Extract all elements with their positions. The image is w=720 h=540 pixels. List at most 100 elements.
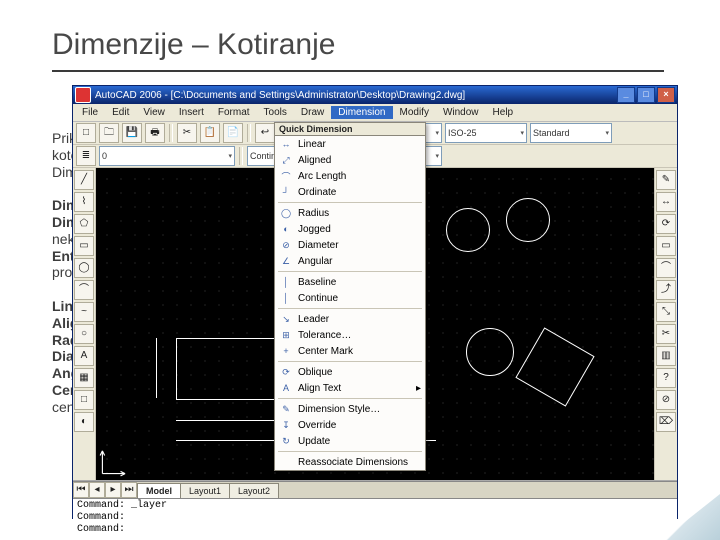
array-icon[interactable]: ⤴ — [656, 280, 676, 300]
menu-item-icon: ⌒ — [279, 169, 293, 183]
offset-icon[interactable]: ⌒ — [656, 258, 676, 278]
layer-combo[interactable]: 0 — [99, 146, 235, 166]
menu-item-icon: ⊘ — [279, 238, 293, 252]
dimension-dropdown[interactable]: Quick Dimension ↔Linear⤢Aligned⌒Arc Leng… — [274, 122, 426, 471]
iso-combo[interactable]: ISO-25 — [445, 123, 527, 143]
menu-item-label: Update — [298, 436, 330, 447]
open-icon[interactable]: 🗀 — [99, 123, 119, 143]
mirror-icon[interactable]: ▭ — [656, 236, 676, 256]
polyline-icon[interactable]: ⬠ — [74, 214, 94, 234]
menu-item-radius[interactable]: ◯Radius — [275, 205, 425, 221]
menu-item-dimension-style[interactable]: ✎Dimension Style… — [275, 401, 425, 417]
circle-icon[interactable]: ◯ — [74, 258, 94, 278]
menu-item-baseline[interactable]: │Baseline — [275, 274, 425, 290]
rectangle-icon[interactable]: ▭ — [74, 236, 94, 256]
menu-item-leader[interactable]: ↘ Leader — [275, 311, 425, 327]
ellipse-icon[interactable]: ○ — [74, 324, 94, 344]
menu-edit[interactable]: Edit — [105, 106, 136, 119]
region-icon[interactable]: ◐ — [74, 412, 94, 432]
paste-icon[interactable]: 📄 — [223, 123, 243, 143]
print-icon[interactable]: 🖶 — [145, 123, 165, 143]
move-icon[interactable]: ⤡ — [656, 302, 676, 322]
save-icon[interactable]: 💾 — [122, 123, 142, 143]
xline-icon[interactable]: ⌇ — [74, 192, 94, 212]
drawing-circle — [506, 198, 550, 242]
arc-icon[interactable]: ⌒ — [74, 280, 94, 300]
menu-item-icon: │ — [279, 291, 293, 305]
menu-item-jogged[interactable]: ◐Jogged — [275, 221, 425, 237]
textstyle-combo[interactable]: Standard — [530, 123, 612, 143]
menu-item-ordinate[interactable]: ┘Ordinate — [275, 184, 425, 200]
menu-item-update[interactable]: ↻Update — [275, 433, 425, 449]
maximize-button[interactable]: □ — [637, 87, 655, 103]
menu-item-icon: ⤢ — [279, 153, 293, 167]
menu-item-icon: ↘ — [279, 312, 293, 326]
cmd-row: Command: _layer — [77, 500, 673, 512]
close-button[interactable]: × — [657, 87, 675, 103]
menu-item-override[interactable]: ↧Override — [275, 417, 425, 433]
tab-nav-next-icon[interactable]: ▸ — [105, 482, 121, 498]
toolbar-draw: ╱ ⌇ ⬠ ▭ ◯ ⌒ ~ ○ A ▦ □ ◐ — [73, 168, 96, 480]
hatch-icon[interactable]: ▦ — [74, 368, 94, 388]
undo-icon[interactable]: ↩ — [255, 123, 275, 143]
menu-item-continue[interactable]: │Continue — [275, 290, 425, 306]
tab-model[interactable]: Model — [137, 483, 181, 498]
menu-item-label: Leader — [298, 314, 329, 325]
layer-props-icon[interactable]: ≣ — [76, 146, 96, 166]
menu-bar[interactable]: File Edit View Insert Format Tools Draw … — [73, 104, 677, 122]
menu-item-linear[interactable]: ↔Linear — [275, 136, 425, 152]
menu-format[interactable]: Format — [211, 106, 257, 119]
trim-icon[interactable]: ✂ — [656, 324, 676, 344]
menu-item-angular[interactable]: ∠Angular — [275, 253, 425, 269]
fillet-icon[interactable]: ? — [656, 368, 676, 388]
explode-icon[interactable]: ⌦ — [656, 412, 676, 432]
menu-help[interactable]: Help — [486, 106, 521, 119]
menu-item-aligned[interactable]: ⤢Aligned — [275, 152, 425, 168]
copy-icon[interactable]: 📋 — [200, 123, 220, 143]
tab-layout1[interactable]: Layout1 — [180, 483, 230, 498]
command-line[interactable]: Command: _layer Command: Command: — [73, 498, 677, 540]
line-icon[interactable]: ╱ — [74, 170, 94, 190]
new-icon[interactable]: □ — [76, 123, 96, 143]
erase-icon[interactable]: ✎ — [656, 170, 676, 190]
tab-layout2[interactable]: Layout2 — [229, 483, 279, 498]
menu-item-label: Reassociate Dimensions — [298, 457, 408, 468]
menu-view[interactable]: View — [136, 106, 172, 119]
extend-icon[interactable]: ▥ — [656, 346, 676, 366]
menu-item-center-mark[interactable]: +Center Mark — [275, 343, 425, 359]
menu-item-icon: ◯ — [279, 206, 293, 220]
window-title: AutoCAD 2006 - [C:\Documents and Setting… — [95, 90, 617, 101]
menu-item-tolerance[interactable]: ⊞Tolerance… — [275, 327, 425, 343]
minimize-button[interactable]: _ — [617, 87, 635, 103]
menu-tools[interactable]: Tools — [257, 106, 294, 119]
menu-insert[interactable]: Insert — [172, 106, 211, 119]
menu-separator — [278, 361, 422, 362]
menu-draw[interactable]: Draw — [294, 106, 331, 119]
text-icon[interactable]: A — [74, 346, 94, 366]
drawing-circle — [446, 208, 490, 252]
menu-file[interactable]: File — [75, 106, 105, 119]
cut-icon[interactable]: ✂ — [177, 123, 197, 143]
menu-item-reassociate-dimensions[interactable]: Reassociate Dimensions — [275, 454, 425, 470]
submenu-arrow-icon: ▸ — [416, 383, 421, 394]
block-icon[interactable]: □ — [74, 390, 94, 410]
menu-dimension[interactable]: Dimension — [331, 106, 392, 119]
tab-nav-first-icon[interactable]: ⏮ — [73, 482, 89, 498]
tab-nav-last-icon[interactable]: ⏭ — [121, 482, 137, 498]
tab-nav-prev-icon[interactable]: ◂ — [89, 482, 105, 498]
menu-item-label: Align Text — [298, 383, 341, 394]
spline-icon[interactable]: ~ — [74, 302, 94, 322]
window-titlebar[interactable]: AutoCAD 2006 - [C:\Documents and Setting… — [73, 86, 677, 104]
menu-item-diameter[interactable]: ⊘Diameter — [275, 237, 425, 253]
dimension-line — [156, 338, 157, 398]
menu-item-arc-length[interactable]: ⌒Arc Length — [275, 168, 425, 184]
copy-obj-icon[interactable]: ↔ — [656, 192, 676, 212]
menu-item-icon: ⟳ — [279, 365, 293, 379]
menu-item-align-text[interactable]: AAlign Text▸ — [275, 380, 425, 396]
menu-window[interactable]: Window — [436, 106, 486, 119]
rotate-icon[interactable]: ⟳ — [656, 214, 676, 234]
cmd-row: Command: — [77, 524, 673, 536]
menu-item-oblique[interactable]: ⟳Oblique — [275, 364, 425, 380]
menu-modify[interactable]: Modify — [393, 106, 436, 119]
chamfer-icon[interactable]: ⊘ — [656, 390, 676, 410]
